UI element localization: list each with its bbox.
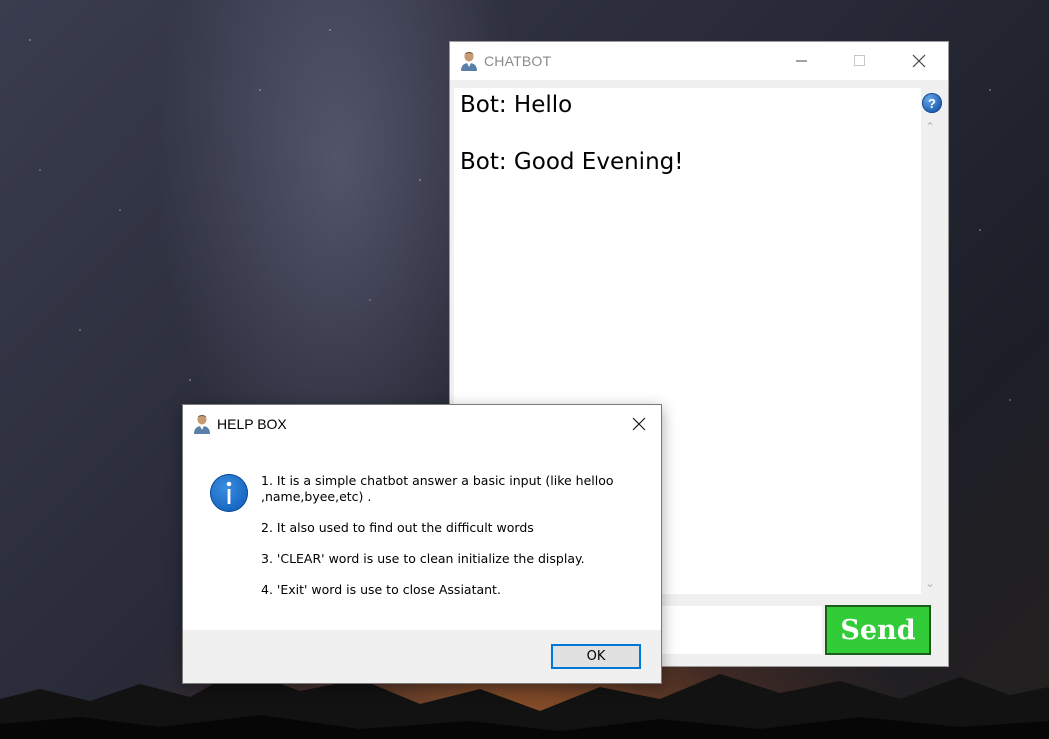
dialog-title: HELP BOX: [217, 416, 287, 432]
maximize-button[interactable]: [837, 42, 883, 80]
dialog-close-button[interactable]: [617, 405, 661, 443]
user-avatar-icon: [460, 51, 478, 71]
help-item: 2. It also used to find out the difficul…: [261, 520, 534, 535]
close-icon: [912, 54, 926, 68]
close-icon: [632, 417, 646, 431]
close-button[interactable]: [896, 42, 942, 80]
maximize-icon: [854, 55, 865, 66]
scroll-down-icon[interactable]: ⌄: [925, 576, 935, 590]
chat-message: Bot: Hello: [460, 92, 573, 118]
question-icon[interactable]: ?: [922, 93, 942, 113]
help-text: 1. It is a simple chatbot answer a basic…: [261, 473, 646, 613]
help-item: 4. 'Exit' word is use to close Assiatant…: [261, 582, 501, 597]
user-avatar-icon: [193, 414, 211, 434]
window-title: CHATBOT: [484, 53, 552, 69]
send-button[interactable]: Send: [825, 605, 931, 655]
info-icon: [210, 474, 248, 512]
scroll-up-icon[interactable]: ⌃: [925, 120, 935, 134]
help-item: 1. It is a simple chatbot answer a basic…: [261, 473, 614, 504]
help-item: 3. 'CLEAR' word is use to clean initiali…: [261, 551, 585, 566]
chat-scrollbar[interactable]: [921, 88, 943, 594]
dialog-footer: OK: [183, 630, 661, 683]
chat-message: Bot: Good Evening!: [460, 149, 684, 175]
minimize-icon: [796, 60, 807, 62]
help-dialog: HELP BOX 1. It is a simple chatbot answe…: [182, 404, 662, 684]
minimize-button[interactable]: [779, 42, 825, 80]
help-titlebar[interactable]: HELP BOX: [183, 405, 661, 443]
ok-button[interactable]: OK: [551, 644, 641, 669]
chatbot-titlebar[interactable]: CHATBOT: [450, 42, 948, 80]
